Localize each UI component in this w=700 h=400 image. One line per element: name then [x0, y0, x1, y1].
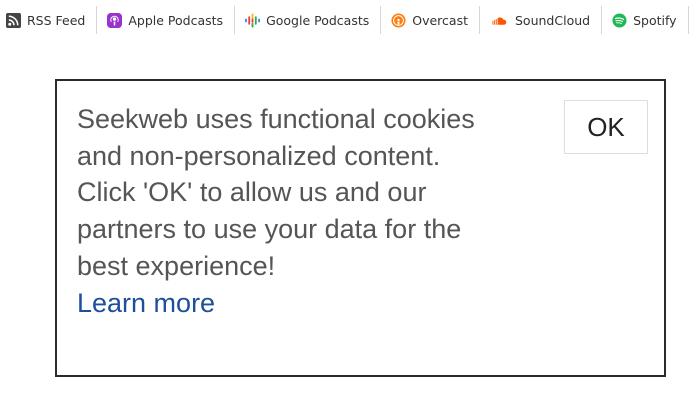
soundcloud-label: SoundCloud [515, 12, 591, 28]
overcast-icon [391, 12, 406, 28]
spotify-link[interactable]: Spotify [602, 0, 687, 40]
cookie-message-text: Seekweb uses functional cookies and non-… [77, 104, 475, 281]
cookie-message: Seekweb uses functional cookies and non-… [77, 101, 497, 321]
rss-feed-link[interactable]: RSS Feed [0, 0, 96, 40]
soundcloud-link[interactable]: SoundCloud [480, 0, 601, 40]
soundcloud-icon [492, 16, 507, 25]
learn-more-link[interactable]: Learn more [77, 288, 215, 318]
google-podcasts-label: Google Podcasts [266, 12, 370, 28]
ok-button[interactable]: OK [564, 100, 648, 154]
google-podcasts-icon [245, 12, 261, 28]
divider [687, 6, 689, 34]
rss-icon [6, 12, 21, 28]
podcast-subscribe-bar: RSS Feed Apple Podcasts Google Podcasts [0, 0, 700, 40]
overcast-link[interactable]: Overcast [381, 0, 479, 40]
cookie-consent-dialog: Seekweb uses functional cookies and non-… [55, 79, 666, 377]
rss-feed-label: RSS Feed [27, 12, 86, 28]
apple-podcasts-icon [107, 12, 123, 28]
spotify-icon [612, 12, 627, 28]
google-podcasts-link[interactable]: Google Podcasts [235, 0, 380, 40]
apple-podcasts-link[interactable]: Apple Podcasts [97, 0, 234, 40]
overcast-label: Overcast [412, 12, 468, 28]
apple-podcasts-label: Apple Podcasts [128, 12, 224, 28]
spotify-label: Spotify [633, 12, 677, 28]
